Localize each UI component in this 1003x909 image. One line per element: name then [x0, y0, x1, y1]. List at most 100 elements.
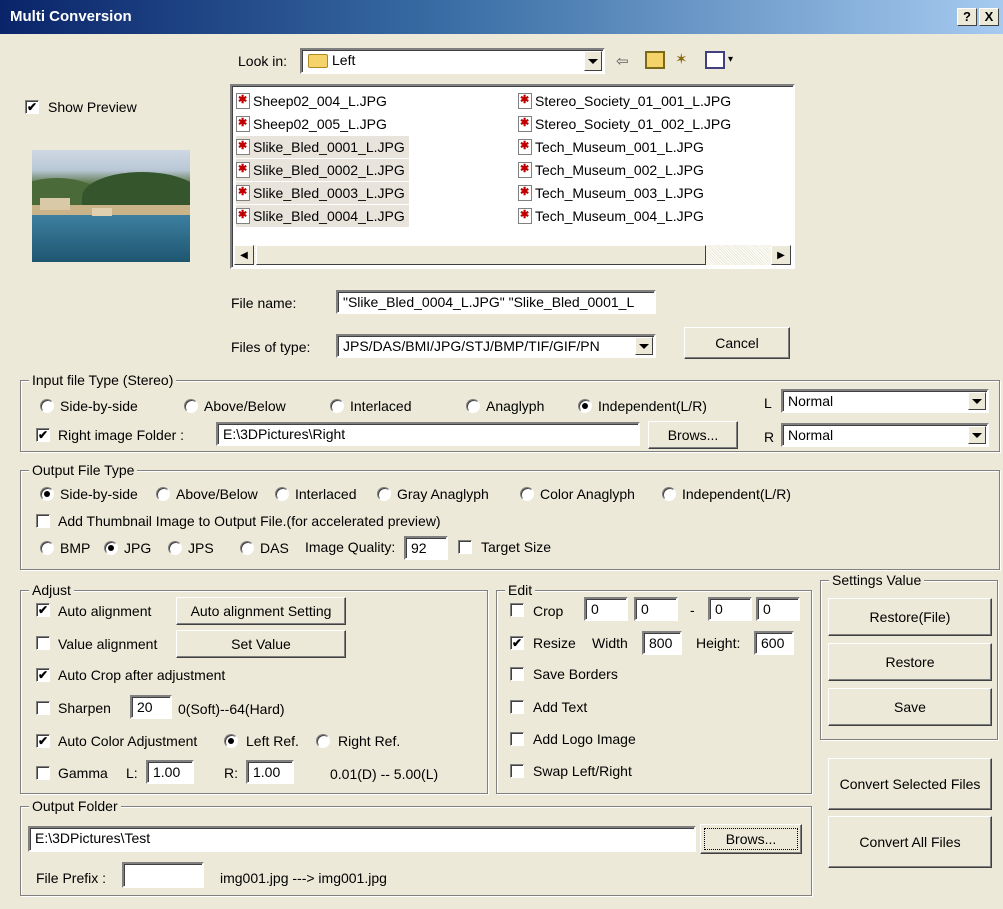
target-size-checkbox[interactable] [458, 540, 472, 554]
look-in-dropdown-arrow[interactable] [584, 51, 602, 71]
col2-file-item[interactable]: Tech_Museum_004_L.JPG [518, 205, 708, 227]
restore-file-button[interactable]: Restore(File) [828, 598, 992, 636]
set-value-button[interactable]: Set Value [176, 630, 346, 658]
gamma-checkbox[interactable] [36, 766, 50, 780]
right-image-folder-input[interactable]: E:\3DPictures\Right [216, 422, 640, 446]
output-format-radio-bmp[interactable] [40, 541, 54, 555]
input-type-radio-label: Interlaced [350, 398, 412, 414]
output-folder-browse-button[interactable]: Brows... [700, 824, 802, 854]
col1-file-item[interactable]: Slike_Bled_0004_L.JPG [236, 205, 409, 227]
auto-crop-checkbox[interactable]: ✔ [36, 668, 50, 682]
output-file-type-legend: Output File Type [29, 462, 138, 478]
col1-file-item[interactable]: Slike_Bled_0003_L.JPG [236, 182, 409, 204]
files-of-type-dropdown-arrow[interactable] [635, 337, 653, 355]
output-type-radio-above-below[interactable] [156, 487, 170, 501]
crop-left-input[interactable]: 0 [584, 597, 628, 621]
auto-alignment-checkbox[interactable]: ✔ [36, 603, 50, 617]
save-borders-checkbox[interactable] [510, 667, 524, 681]
col2-file-item[interactable]: Tech_Museum_003_L.JPG [518, 182, 708, 204]
file-name-input[interactable]: "Slike_Bled_0004_L.JPG" "Slike_Bled_0001… [336, 290, 656, 314]
save-button[interactable]: Save [828, 688, 992, 726]
add-thumbnail-checkbox[interactable] [36, 514, 50, 528]
cancel-button[interactable]: Cancel [684, 327, 790, 359]
height-input[interactable]: 600 [754, 631, 794, 655]
left-mode-dropdown-arrow[interactable] [968, 392, 986, 410]
col2-file-item[interactable]: Stereo_Society_01_002_L.JPG [518, 113, 735, 135]
restore-button[interactable]: Restore [828, 643, 992, 681]
value-alignment-checkbox[interactable] [36, 636, 50, 650]
input-type-radio-independent-l-r-[interactable] [578, 399, 592, 413]
file-list[interactable]: Sheep02_004_L.JPG Sheep02_005_L.JPG Slike_… [230, 84, 795, 269]
save-borders-label: Save Borders [533, 666, 618, 682]
right-mode-dropdown-arrow[interactable] [968, 426, 986, 444]
files-of-type-combo[interactable]: JPS/DAS/BMI/JPG/STJ/BMP/TIF/GIF/PN [336, 334, 656, 358]
col2-file-item[interactable]: Stereo_Society_01_001_L.JPG [518, 90, 735, 112]
width-input[interactable]: 800 [642, 631, 682, 655]
output-type-radio-color-anaglyph[interactable] [520, 487, 534, 501]
crop-bottom-input[interactable]: 0 [756, 597, 800, 621]
swap-left-right-checkbox[interactable] [510, 764, 524, 778]
add-text-checkbox[interactable] [510, 700, 524, 714]
col2-file-item[interactable]: Tech_Museum_001_L.JPG [518, 136, 708, 158]
col1-file-item[interactable]: Sheep02_005_L.JPG [236, 113, 391, 135]
close-button[interactable]: X [979, 8, 999, 26]
right-ref-radio[interactable] [316, 734, 330, 748]
crop-right-input[interactable]: 0 [708, 597, 752, 621]
gamma-l-label: L: [126, 765, 138, 781]
right-image-folder-checkbox[interactable]: ✔ [36, 428, 50, 442]
show-preview-checkbox[interactable]: ✔ [25, 100, 39, 114]
view-dropdown-icon[interactable]: ▾ [728, 54, 733, 65]
preview-image [32, 150, 190, 262]
file-name-label: File name: [231, 295, 297, 311]
input-type-radio-side-by-side[interactable] [40, 399, 54, 413]
output-folder-input[interactable]: E:\3DPictures\Test [28, 826, 696, 852]
image-quality-input[interactable]: 92 [404, 536, 448, 560]
crop-checkbox[interactable] [510, 603, 524, 617]
look-in-combo[interactable]: Left [300, 48, 605, 74]
convert-selected-button[interactable]: Convert Selected Files [828, 758, 992, 810]
col1-file-item[interactable]: Slike_Bled_0002_L.JPG [236, 159, 409, 181]
col1-file-item[interactable]: Slike_Bled_0001_L.JPG [236, 136, 409, 158]
auto-alignment-setting-button[interactable]: Auto alignment Setting [176, 597, 346, 625]
input-type-radio-above-below[interactable] [184, 399, 198, 413]
files-of-type-value: JPS/DAS/BMI/JPG/STJ/BMP/TIF/GIF/PN [343, 338, 600, 354]
back-icon[interactable]: ⇦ [616, 52, 629, 70]
left-ref-radio[interactable] [224, 734, 238, 748]
file-list-hscrollbar[interactable]: ◀ ▶ [234, 245, 791, 265]
input-type-radio-anaglyph[interactable] [466, 399, 480, 413]
scroll-left-button[interactable]: ◀ [234, 245, 254, 265]
help-button[interactable]: ? [957, 8, 977, 26]
output-type-radio-independent-l-r-[interactable] [662, 487, 676, 501]
add-logo-checkbox[interactable] [510, 732, 524, 746]
gamma-r-input[interactable]: 1.00 [246, 760, 294, 784]
output-format-radio-das[interactable] [240, 541, 254, 555]
convert-all-button[interactable]: Convert All Files [828, 816, 992, 868]
output-type-radio-interlaced[interactable] [275, 487, 289, 501]
output-type-radio-side-by-side[interactable] [40, 487, 54, 501]
sharpen-checkbox[interactable] [36, 701, 50, 715]
left-ref-label: Left Ref. [246, 733, 299, 749]
scroll-right-button[interactable]: ▶ [771, 245, 791, 265]
col1-file-item[interactable]: Sheep02_004_L.JPG [236, 90, 391, 112]
sharpen-input[interactable]: 20 [130, 695, 172, 719]
col2-file-item[interactable]: Tech_Museum_002_L.JPG [518, 159, 708, 181]
left-mode-combo[interactable]: Normal [781, 389, 989, 413]
crop-top-input[interactable]: 0 [634, 597, 678, 621]
resize-checkbox[interactable]: ✔ [510, 636, 524, 650]
input-type-radio-interlaced[interactable] [330, 399, 344, 413]
output-format-radio-jpg[interactable] [104, 541, 118, 555]
file-item-name: Tech_Museum_001_L.JPG [535, 139, 704, 155]
new-folder-icon[interactable]: ✶ [675, 50, 688, 68]
file-prefix-input[interactable] [122, 862, 204, 888]
output-type-radio-gray-anaglyph[interactable] [377, 487, 391, 501]
output-format-radio-jps[interactable] [168, 541, 182, 555]
up-folder-icon[interactable] [645, 51, 665, 69]
gamma-l-input[interactable]: 1.00 [146, 760, 194, 784]
adjust-legend: Adjust [29, 582, 74, 598]
right-folder-browse-button[interactable]: Brows... [648, 421, 738, 449]
view-menu-icon[interactable] [705, 51, 725, 69]
target-size-label: Target Size [481, 539, 552, 555]
right-mode-combo[interactable]: Normal [781, 423, 989, 447]
scroll-thumb[interactable] [256, 245, 706, 265]
auto-color-checkbox[interactable]: ✔ [36, 734, 50, 748]
